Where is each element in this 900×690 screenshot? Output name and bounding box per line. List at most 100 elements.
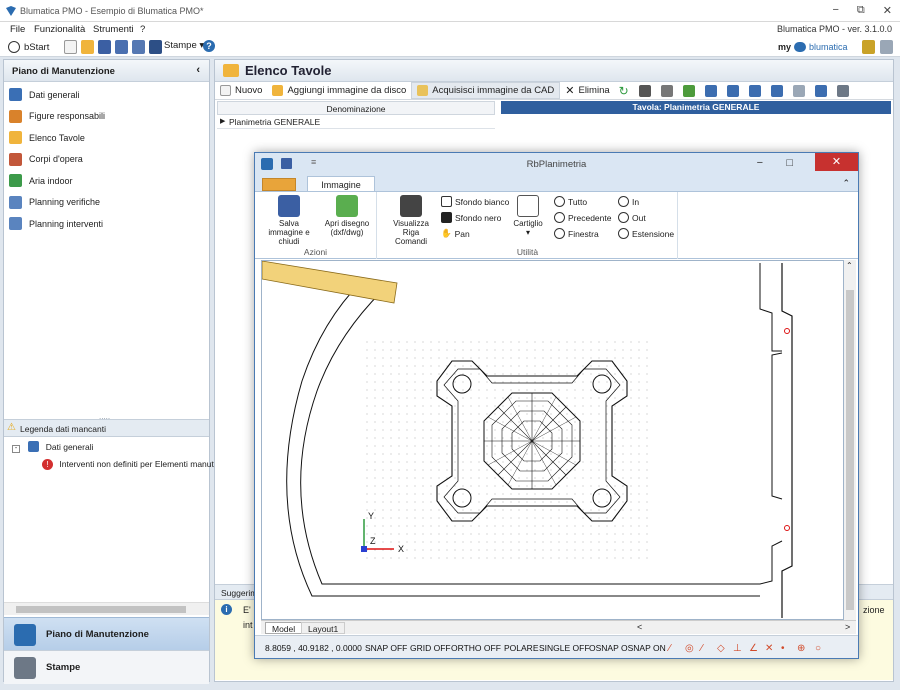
ribbon-collapse-icon[interactable]: ⌃ xyxy=(842,178,850,189)
snap-node-icon[interactable]: • xyxy=(781,643,785,654)
columns-icon[interactable] xyxy=(726,84,739,97)
legend-node[interactable]: - Dati generali xyxy=(12,441,93,453)
ortho-toggle[interactable]: ORTHO OFF xyxy=(451,643,501,653)
dialog-close-icon[interactable]: ✕ xyxy=(815,153,858,171)
settings-icon[interactable] xyxy=(880,40,893,54)
menu-funzionalita[interactable]: Funzionalità xyxy=(34,24,85,35)
scroll-right-icon[interactable]: > xyxy=(845,622,850,632)
save-all-icon[interactable] xyxy=(115,40,128,54)
new-document-icon[interactable] xyxy=(64,40,77,54)
bstart-button[interactable]: bStart xyxy=(8,40,49,54)
grid-toggle[interactable]: GRID OFF xyxy=(410,643,451,653)
menu-file[interactable]: File xyxy=(10,24,25,35)
zoom-out-button[interactable]: Out xyxy=(618,212,646,223)
table-row[interactable]: ▶ Planimetria GENERALE xyxy=(217,115,495,129)
myblumatica-brand[interactable]: my blumatica xyxy=(778,40,848,54)
nuovo-button[interactable]: Nuovo xyxy=(215,82,267,99)
lines-icon[interactable] xyxy=(792,84,805,97)
print-preview-icon[interactable] xyxy=(149,40,162,54)
cad-canvas[interactable]: Y X Z xyxy=(261,260,844,620)
info-icon[interactable] xyxy=(862,40,875,54)
stampe-dropdown[interactable]: Stampe ▾ xyxy=(164,40,204,54)
legend-child[interactable]: ! Interventi non definiti per Elementi m… xyxy=(42,459,219,470)
print-icon[interactable] xyxy=(836,84,849,97)
snap-midpoint-icon[interactable]: ∕ xyxy=(701,643,703,654)
snap-perpendicular-icon[interactable]: ⊥ xyxy=(733,643,742,654)
menu-help[interactable]: ? xyxy=(140,24,145,35)
nav-item-planning-interventi[interactable]: Planning interventi xyxy=(4,213,209,235)
zoom-in-button[interactable]: In xyxy=(618,196,639,207)
nav-item-planning-verifiche[interactable]: Planning verifiche xyxy=(4,192,209,214)
nav-item-aria-indoor[interactable]: Aria indoor xyxy=(4,170,209,192)
export-icon[interactable] xyxy=(682,84,695,97)
sfondo-nero-button[interactable]: Sfondo nero xyxy=(441,212,501,223)
binoculars-icon[interactable] xyxy=(638,84,651,97)
grid-icon[interactable] xyxy=(748,84,761,97)
osnap-on-toggle[interactable]: OSNAP ON xyxy=(621,643,666,653)
snap-tangent-icon[interactable]: ∠ xyxy=(749,643,758,654)
snap-quadrant-icon[interactable]: ◇ xyxy=(717,643,725,654)
filter-icon[interactable] xyxy=(660,84,673,97)
osnap-toggle[interactable]: OSNAP xyxy=(589,643,619,653)
scroll-thumb[interactable] xyxy=(16,606,186,613)
aggiungi-immagine-button[interactable]: Aggiungi immagine da disco xyxy=(267,82,411,99)
snap-toggle[interactable]: SNAP OFF xyxy=(365,643,407,653)
nav-item-corpi-opera[interactable]: Corpi d'opera xyxy=(4,149,209,171)
tab-layout1[interactable]: Layout1 xyxy=(301,622,346,634)
save-as-icon[interactable] xyxy=(132,40,145,54)
brand-logo-icon xyxy=(794,42,807,52)
dialog-maximize-icon[interactable]: □ xyxy=(786,157,793,169)
group-label: Utilità xyxy=(516,247,539,257)
snap-insert-icon[interactable]: ⊕ xyxy=(797,643,805,654)
visualizza-riga-comandi-button[interactable]: Visualizza Riga Comandi xyxy=(386,195,436,246)
close-icon[interactable]: ✕ xyxy=(883,4,892,17)
row-pointer-icon: ▶ xyxy=(220,118,226,125)
chevron-left-icon[interactable]: ‹ xyxy=(196,64,200,76)
canvas-vscrollbar[interactable]: ⌃ xyxy=(844,260,856,620)
scroll-up-icon[interactable]: ⌃ xyxy=(846,261,853,270)
bottom-button-piano[interactable]: Piano di Manutenzione xyxy=(4,617,209,651)
restore-icon[interactable]: ⧉ xyxy=(857,4,865,17)
pan-button[interactable]: ✋ Pan xyxy=(441,228,470,239)
refresh-icon[interactable]: ↻ xyxy=(619,84,629,98)
grid-header[interactable]: Denominazione xyxy=(217,101,495,115)
zoom-finestra-button[interactable]: Finestra xyxy=(554,228,599,239)
zoom-estensione-button[interactable]: Estensione xyxy=(618,228,674,239)
snap-intersection-icon[interactable]: ✕ xyxy=(765,643,773,654)
nav-item-elenco-tavole[interactable]: Elenco Tavole xyxy=(4,127,209,149)
menu-strumenti[interactable]: Strumenti xyxy=(93,24,134,35)
minimize-icon[interactable]: − xyxy=(832,4,838,17)
warning-icon: ⚠ xyxy=(7,422,16,433)
tab-immagine-tavola[interactable]: Immagine tavola xyxy=(307,176,375,200)
bottom-button-stampe[interactable]: Stampe xyxy=(4,650,209,684)
snap-center-icon[interactable]: ◎ xyxy=(685,643,694,654)
zoom-tutto-button[interactable]: Tutto xyxy=(554,196,587,207)
help-icon[interactable]: ? xyxy=(203,40,215,52)
file-tab[interactable] xyxy=(262,178,296,191)
apri-disegno-button[interactable]: Apri disegno (dxf/dwg) xyxy=(319,195,375,237)
polare-toggle[interactable]: POLARE xyxy=(504,643,539,653)
scroll-thumb[interactable] xyxy=(846,290,854,610)
nav-item-figure-responsabili[interactable]: Figure responsabili xyxy=(4,106,209,128)
sfondo-bianco-button[interactable]: Sfondo bianco xyxy=(441,196,509,207)
nav-item-dati-generali[interactable]: Dati generali xyxy=(4,84,209,106)
save-icon[interactable] xyxy=(98,40,111,54)
salva-immagine-button[interactable]: Salva immagine e chiudi xyxy=(261,195,317,246)
tab-model[interactable]: Model xyxy=(265,622,303,634)
layout-icon[interactable] xyxy=(704,84,717,97)
single-toggle[interactable]: SINGLE OFF xyxy=(539,643,590,653)
legend-hscrollbar[interactable] xyxy=(4,602,209,615)
open-folder-icon[interactable] xyxy=(81,40,94,54)
bottom-button-label: Stampe xyxy=(46,662,81,673)
zoom-precedente-button[interactable]: Precedente xyxy=(554,212,611,223)
window-icon[interactable] xyxy=(814,84,827,97)
snap-nearest-icon[interactable]: ○ xyxy=(815,643,821,654)
cartiglio-button[interactable]: Cartiglio ▾ xyxy=(510,195,546,237)
nav-label: Elenco Tavole xyxy=(29,132,85,143)
elimina-button[interactable]: ✕ Elimina xyxy=(560,82,614,99)
scroll-left-icon[interactable]: < xyxy=(637,622,642,632)
table-icon[interactable] xyxy=(770,84,783,97)
dialog-minimize-icon[interactable]: − xyxy=(757,157,763,169)
snap-endpoint-icon[interactable]: ∕ xyxy=(669,643,671,654)
acquisisci-cad-button[interactable]: Acquisisci immagine da CAD xyxy=(411,82,561,99)
